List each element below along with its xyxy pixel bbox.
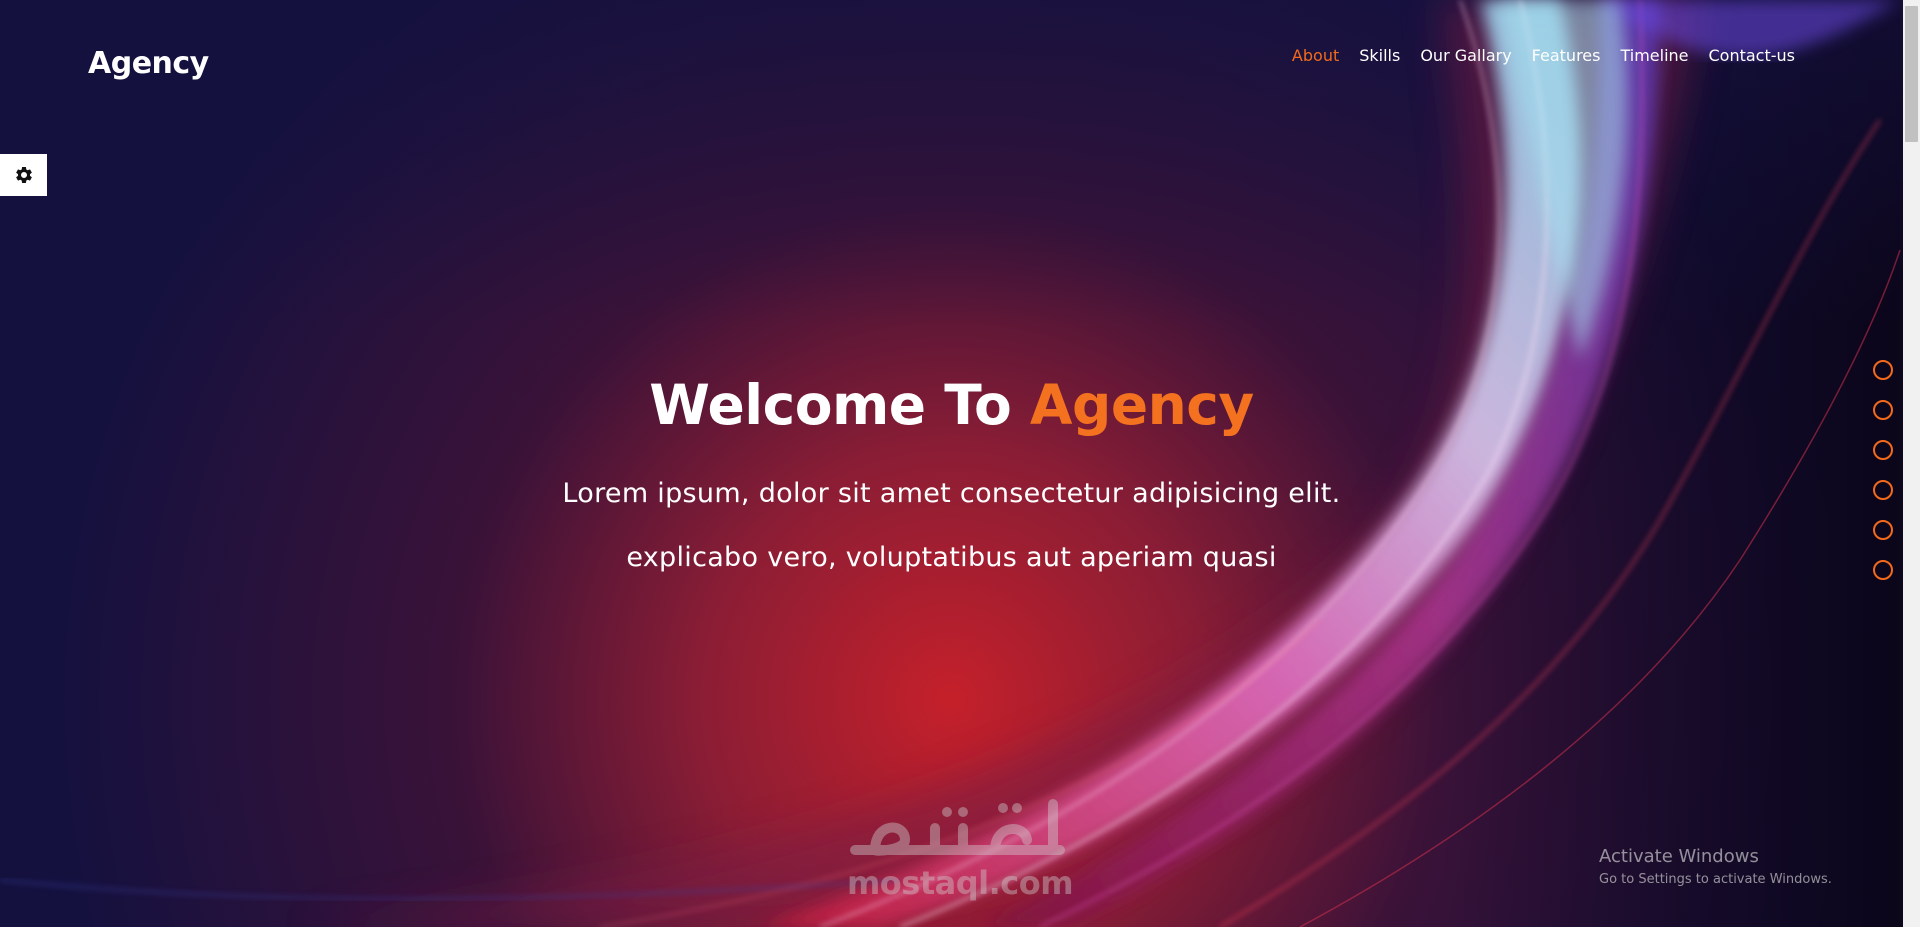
bullet-4[interactable] (1873, 480, 1893, 500)
hero-title-main: Welcome To (649, 373, 1012, 437)
hero-section: Welcome To Agency Lorem ipsum, dolor sit… (0, 360, 1903, 590)
section-bullets-nav (1873, 360, 1893, 580)
nav-item-gallery: Our Gallary (1420, 45, 1511, 67)
nav-item-about: About (1292, 45, 1339, 67)
hero-title: Welcome To Agency (0, 360, 1903, 450)
top-navbar: Agency About Skills Our Gallary Features… (0, 0, 1903, 110)
hero-title-accent: Agency (1029, 373, 1254, 437)
bullet-3[interactable] (1873, 440, 1893, 460)
bullet-6[interactable] (1873, 560, 1893, 580)
nav-item-skills: Skills (1359, 45, 1400, 67)
mostaql-latin-text: mostaql.com (846, 864, 1074, 902)
mostaql-watermark: mostaql.com (845, 792, 1075, 902)
scrollbar-thumb[interactable] (1905, 6, 1918, 142)
settings-toggle-button[interactable] (0, 154, 47, 196)
bullet-5[interactable] (1873, 520, 1893, 540)
hero-text-line-1: Lorem ipsum, dolor sit amet consectetur … (562, 478, 1341, 509)
vertical-scrollbar[interactable] (1903, 0, 1920, 927)
gear-icon (15, 166, 32, 183)
nav-links: About Skills Our Gallary Features Timeli… (1292, 45, 1795, 67)
nav-link-skills[interactable]: Skills (1359, 45, 1400, 67)
bullet-1[interactable] (1873, 360, 1893, 380)
nav-link-about[interactable]: About (1292, 45, 1339, 67)
activate-windows-title: Activate Windows (1599, 846, 1759, 867)
activate-windows-notice: Activate Windows Go to Settings to activ… (1599, 845, 1832, 889)
mostaql-arabic-logo (850, 799, 1065, 856)
nav-link-timeline[interactable]: Timeline (1620, 45, 1688, 67)
nav-item-contact: Contact-us (1709, 45, 1796, 67)
activate-windows-subtitle: Go to Settings to activate Windows. (1599, 872, 1832, 887)
nav-link-features[interactable]: Features (1532, 45, 1601, 67)
hero-text-line-2: explicabo vero, voluptatibus aut aperiam… (626, 542, 1277, 573)
nav-item-features: Features (1532, 45, 1601, 67)
bullet-2[interactable] (1873, 400, 1893, 420)
nav-item-timeline: Timeline (1620, 45, 1688, 67)
nav-link-contact[interactable]: Contact-us (1709, 45, 1796, 67)
page: Agency About Skills Our Gallary Features… (0, 0, 1920, 927)
nav-link-gallery[interactable]: Our Gallary (1420, 45, 1511, 67)
brand-logo[interactable]: Agency (88, 44, 209, 84)
